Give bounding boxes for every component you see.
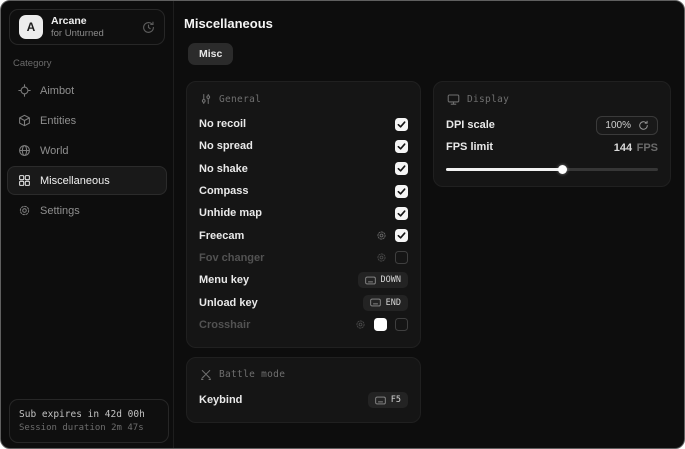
keyboard-icon (375, 396, 386, 405)
app-header: A Arcane for Unturned (9, 9, 165, 45)
gear-icon[interactable] (376, 230, 387, 241)
crosshair-color-swatch[interactable] (374, 318, 387, 331)
app-avatar: A (19, 15, 43, 39)
sidebar-item-label: World (40, 145, 69, 157)
dpi-scale-control[interactable]: 100% (596, 116, 658, 135)
setting-row-menu-key: Menu key DOWN (199, 269, 408, 291)
menu-key-binding[interactable]: DOWN (358, 272, 408, 288)
monitor-icon (447, 93, 460, 106)
setting-row-dpi-scale: DPI scale 100% (446, 114, 658, 136)
setting-row-unload-key: Unload key END (199, 291, 408, 313)
keyboard-icon (370, 298, 381, 307)
fps-limit-value: 144 (614, 142, 632, 154)
compass-checkbox[interactable] (395, 185, 408, 198)
gear-icon[interactable] (376, 252, 387, 263)
tab-misc[interactable]: Misc (188, 43, 233, 65)
card-title: General (219, 94, 261, 105)
category-label: Category (13, 58, 161, 69)
sidebar-item-label: Miscellaneous (40, 175, 110, 187)
setting-row-no-spread: No spread (199, 135, 408, 157)
general-card: General No recoil No spread No shake (186, 81, 421, 348)
setting-row-fps-limit: FPS limit 144 FPS (446, 136, 658, 158)
keyboard-icon (365, 276, 376, 285)
page-title: Miscellaneous (184, 16, 684, 31)
grid-icon (18, 174, 31, 187)
setting-row-compass: Compass (199, 180, 408, 202)
app-window: A Arcane for Unturned Category Aimbot (0, 0, 685, 449)
swords-icon (200, 369, 212, 381)
setting-row-freecam: Freecam (199, 224, 408, 246)
display-card: Display DPI scale 100% F (433, 81, 671, 187)
gear-icon (18, 204, 31, 217)
battle-mode-card: Battle mode Keybind F5 (186, 357, 421, 423)
sidebar-item-label: Aimbot (40, 85, 74, 97)
dpi-scale-value: 100% (605, 120, 631, 131)
sidebar-item-label: Entities (40, 115, 76, 127)
no-shake-checkbox[interactable] (395, 162, 408, 175)
sliders-icon (200, 93, 212, 105)
sidebar-item-miscellaneous[interactable]: Miscellaneous (7, 166, 167, 195)
crosshair-icon (18, 84, 31, 97)
fps-limit-unit: FPS (637, 142, 658, 154)
sidebar-item-world[interactable]: World (7, 136, 167, 165)
setting-row-fov-changer: Fov changer (199, 247, 408, 269)
freecam-checkbox[interactable] (395, 229, 408, 242)
sidebar: A Arcane for Unturned Category Aimbot (1, 1, 174, 448)
unload-key-binding[interactable]: END (363, 295, 408, 311)
card-title: Battle mode (219, 369, 285, 380)
app-subtitle: for Unturned (51, 28, 104, 40)
sub-expiry-text: Sub expires in 42d 00h (19, 407, 159, 422)
gear-icon[interactable] (355, 319, 366, 330)
subscription-info: Sub expires in 42d 00h Session duration … (9, 399, 169, 443)
slider-fill (446, 168, 563, 171)
setting-row-no-shake: No shake (199, 158, 408, 180)
unhide-map-checkbox[interactable] (395, 207, 408, 220)
setting-row-no-recoil: No recoil (199, 113, 408, 135)
crosshair-checkbox[interactable] (395, 318, 408, 331)
refresh-icon[interactable] (638, 120, 649, 131)
main-panel: Miscellaneous Misc General (174, 1, 684, 448)
fov-changer-checkbox[interactable] (395, 251, 408, 264)
battle-keybind[interactable]: F5 (368, 392, 408, 408)
cube-icon (18, 114, 31, 127)
no-spread-checkbox[interactable] (395, 140, 408, 153)
sidebar-item-settings[interactable]: Settings (7, 196, 167, 225)
globe-icon (18, 144, 31, 157)
card-title: Display (467, 94, 509, 105)
slider-thumb[interactable] (558, 165, 567, 174)
tab-bar: Misc (188, 43, 684, 65)
history-icon[interactable] (142, 21, 155, 34)
app-name: Arcane (51, 15, 104, 28)
session-duration-text: Session duration 2m 47s (19, 422, 159, 435)
fps-limit-slider[interactable] (446, 165, 658, 175)
sidebar-item-entities[interactable]: Entities (7, 106, 167, 135)
setting-row-crosshair: Crosshair (199, 314, 408, 336)
sidebar-nav: Aimbot Entities World (1, 76, 173, 225)
sidebar-item-label: Settings (40, 205, 80, 217)
sidebar-item-aimbot[interactable]: Aimbot (7, 76, 167, 105)
no-recoil-checkbox[interactable] (395, 118, 408, 131)
setting-row-keybind: Keybind F5 (199, 389, 408, 411)
setting-row-unhide-map: Unhide map (199, 202, 408, 224)
